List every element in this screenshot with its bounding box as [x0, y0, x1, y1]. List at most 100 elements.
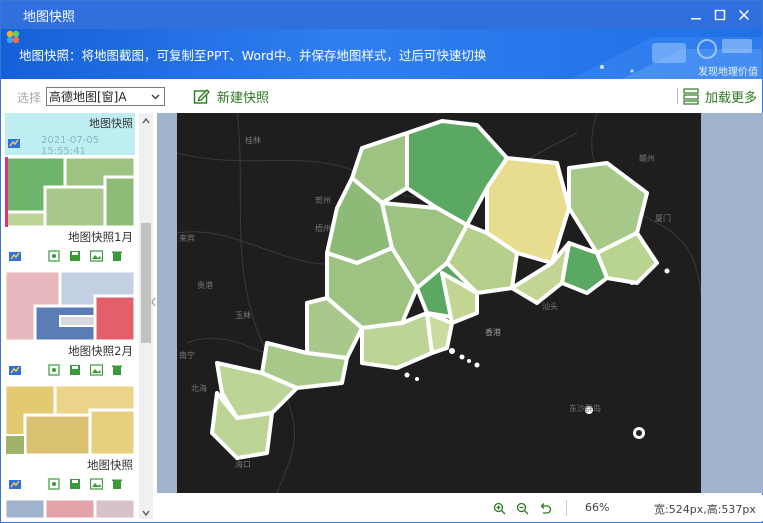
minimize-icon [691, 18, 701, 20]
map-label: 贺州 [315, 195, 331, 205]
image-icon [89, 250, 103, 262]
panel-splitter-handle[interactable] [151, 297, 156, 307]
snapshot-item[interactable]: 地图快照 2021-07-05 15:55:41 [5, 113, 135, 157]
map-dimensions: 宽:524px,高:537px [654, 503, 756, 516]
info-banner: 地图快照：将地图截图，可复制至PPT、Word中。并保存地图样式，过后可快速切换… [1, 29, 762, 79]
map-preview[interactable]: 桂林 贺州 梧州 来宾 贵港 玉林 南宁 北海 赣州 厦门 香港 汕头 东沙群岛… [157, 113, 763, 493]
save-icon [70, 479, 80, 489]
target-icon [48, 364, 60, 376]
snapshot-list-scrollbar[interactable] [139, 113, 153, 519]
snapshot-name: 地图快照 [89, 117, 133, 130]
app-logo-icon [6, 30, 20, 44]
snapshot-name: 地图快照 [87, 458, 133, 472]
target-icon [48, 478, 60, 490]
map-canvas: 桂林 贺州 梧州 来宾 贵港 玉林 南宁 北海 赣州 厦门 香港 汕头 东沙群岛… [177, 113, 701, 493]
snapshot-thumbnail [5, 271, 135, 341]
undo-icon [540, 502, 551, 514]
discover-link[interactable]: 发现地理价值 [698, 63, 758, 78]
trash-icon [112, 365, 122, 375]
map-label: 海口 [235, 459, 251, 469]
snapshot-type-icon [9, 366, 21, 375]
chevron-up-icon[interactable] [142, 117, 150, 125]
load-more-label: 加载更多 [705, 91, 758, 106]
snapshot-list: 地图快照 2021-07-05 15:55:41 地图快照1月 地图快照2月 地… [5, 113, 153, 519]
delete-snapshot-button[interactable] [110, 477, 124, 491]
zoom-in-icon [493, 502, 505, 514]
apply-snapshot-button[interactable] [47, 363, 61, 377]
map-source-value: 高德地图[窗]A [49, 90, 127, 104]
snapshot-type-icon [9, 252, 21, 261]
close-button[interactable] [732, 1, 756, 29]
toolbar-divider [677, 88, 678, 104]
close-icon [738, 9, 750, 21]
snapshot-actions [5, 477, 135, 491]
map-label: 南宁 [179, 350, 195, 360]
map-label: 香港 [485, 327, 501, 337]
save-snapshot-button[interactable] [68, 477, 82, 491]
map-label: 桂林 [245, 135, 261, 145]
map-label: 梧州 [315, 223, 331, 233]
maximize-icon [714, 9, 726, 21]
scrollbar-thumb[interactable] [141, 223, 151, 343]
edit-icon [193, 89, 210, 104]
map-label: 赣州 [639, 153, 655, 163]
new-snapshot-button[interactable]: 新建快照 [193, 87, 269, 106]
snapshot-actions [5, 249, 135, 263]
apply-snapshot-button[interactable] [47, 477, 61, 491]
zoom-in-button[interactable] [491, 500, 507, 516]
apply-snapshot-button[interactable] [47, 249, 61, 263]
save-snapshot-button[interactable] [68, 363, 82, 377]
delete-snapshot-button[interactable] [110, 363, 124, 377]
zoom-out-button[interactable] [514, 500, 530, 516]
snapshot-name: 地图快照1月 [68, 230, 133, 244]
image-icon [89, 364, 103, 376]
map-label: 贵港 [197, 280, 213, 290]
minimize-button[interactable] [684, 1, 708, 29]
reset-zoom-button[interactable] [537, 500, 553, 516]
toolbar: 选择 高德地图[窗]A 新建快照 加载更多 [1, 79, 762, 111]
snapshot-name: 地图快照2月 [68, 344, 133, 358]
snapshot-item[interactable]: 地图快照 [5, 385, 135, 497]
export-image-button[interactable] [89, 363, 103, 377]
window-controls [684, 1, 756, 29]
save-icon [70, 365, 80, 375]
load-more-button[interactable]: 加载更多 [683, 87, 757, 106]
export-image-button[interactable] [89, 477, 103, 491]
snapshot-item[interactable]: 地图快照2月 [5, 271, 135, 383]
snapshot-thumbnail [5, 385, 135, 455]
snapshot-actions [5, 363, 135, 377]
banner-description: 地图快照：将地图截图，可复制至PPT、Word中。并保存地图样式，过后可快速切换 [19, 48, 487, 63]
save-icon [70, 251, 80, 261]
title-bar: 地图快照 [1, 1, 762, 29]
snapshot-type-icon [9, 480, 21, 489]
snapshot-item[interactable]: 地图快照1月 [5, 157, 135, 269]
new-snapshot-label: 新建快照 [217, 91, 270, 106]
map-snapshot-window: 地图快照 地图快照：将地图截图，可复制至PPT、Word中。并保存地图样式，过后… [0, 0, 763, 523]
trash-icon [112, 479, 122, 489]
map-label: 玉林 [235, 310, 251, 320]
map-label: 来宾 [179, 233, 195, 243]
maximize-button[interactable] [708, 1, 732, 29]
select-label: 选择 [17, 91, 42, 105]
list-icon [683, 88, 699, 105]
snapshot-thumbnail [5, 499, 135, 519]
snapshot-timestamp: 2021-07-05 15:55:41 [41, 135, 100, 157]
zoom-level: 66% [585, 501, 610, 514]
chevron-down-icon[interactable] [142, 509, 150, 517]
chevron-down-icon [151, 94, 160, 100]
map-label: 厦门 [655, 213, 671, 223]
zoom-out-icon [516, 502, 528, 514]
delete-snapshot-button[interactable] [110, 249, 124, 263]
window-title: 地图快照 [23, 9, 76, 25]
map-label: 汕头 [542, 301, 558, 311]
map-label: 东沙群岛 [569, 403, 601, 413]
snapshot-item[interactable] [5, 499, 135, 519]
image-icon [89, 478, 103, 490]
snapshot-thumbnail [5, 157, 135, 227]
status-bar: 66% 宽:524px,高:537px [157, 495, 763, 521]
status-divider [566, 500, 567, 516]
map-source-select[interactable]: 高德地图[窗]A [46, 87, 165, 106]
export-image-button[interactable] [89, 249, 103, 263]
save-snapshot-button[interactable] [68, 249, 82, 263]
trash-icon [112, 251, 122, 261]
